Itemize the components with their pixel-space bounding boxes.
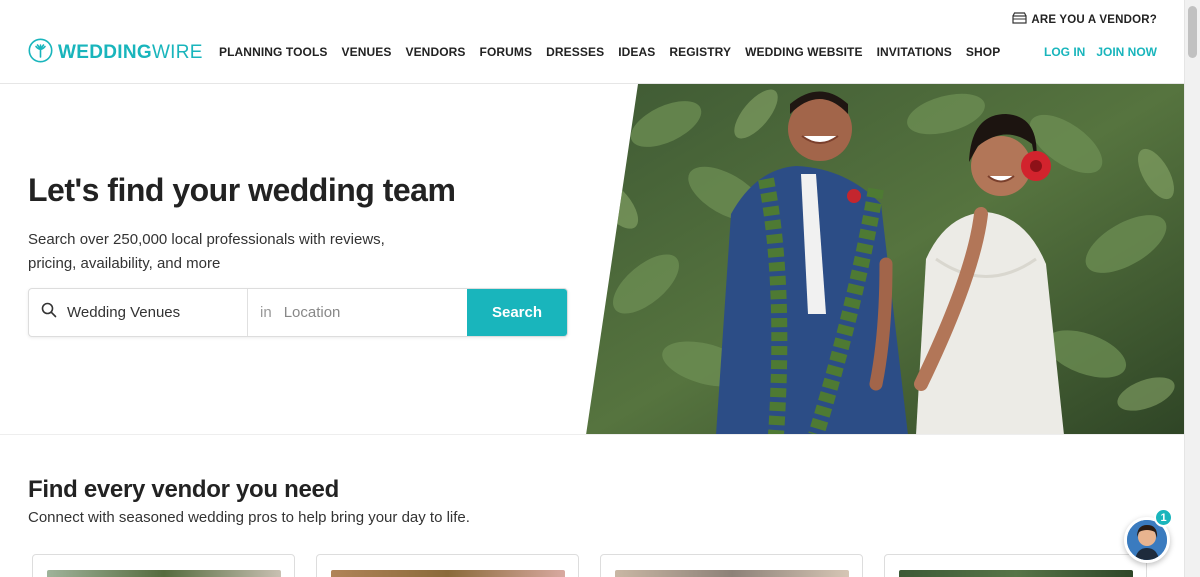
vendor-card[interactable] <box>316 554 579 577</box>
location-in-label: in <box>260 304 272 321</box>
storefront-icon <box>1012 12 1027 27</box>
chat-notification-badge: 1 <box>1154 508 1173 527</box>
nav-vendors[interactable]: VENDORS <box>405 45 465 59</box>
hero-title: Let's find your wedding team <box>28 172 456 208</box>
search-button[interactable]: Search <box>467 289 567 336</box>
nav-planning-tools[interactable]: PLANNING TOOLS <box>219 45 328 59</box>
location-field: in <box>248 289 467 336</box>
vendor-link-label: ARE YOU A VENDOR? <box>1031 13 1157 26</box>
are-you-a-vendor-link[interactable]: ARE YOU A VENDOR? <box>1012 12 1157 27</box>
nav-registry[interactable]: REGISTRY <box>669 45 731 59</box>
logo-text-wire: WIRE <box>151 42 203 63</box>
nav-invitations[interactable]: INVITATIONS <box>877 45 952 59</box>
nav-venues[interactable]: VENUES <box>342 45 392 59</box>
vendor-card[interactable] <box>32 554 295 577</box>
search-icon <box>41 302 57 323</box>
vendor-card[interactable] <box>600 554 863 577</box>
scrollbar-thumb[interactable] <box>1188 6 1197 58</box>
vendor-card-image <box>47 570 281 577</box>
page-scrollbar[interactable] <box>1184 0 1200 577</box>
vendor-category-cards <box>32 554 1147 577</box>
logo-text: WEDDINGWIRE <box>58 42 203 64</box>
nav-wedding-website[interactable]: WEDDING WEBSITE <box>745 45 863 59</box>
section-title: Find every vendor you need <box>28 476 339 503</box>
nav-forums[interactable]: FORUMS <box>480 45 533 59</box>
site-logo[interactable]: WEDDINGWIRE <box>28 38 203 68</box>
vendor-category-field[interactable]: Wedding Venues <box>29 289 248 336</box>
login-link[interactable]: LOG IN <box>1044 45 1085 59</box>
hero-couple-photo <box>586 84 1184 434</box>
section-subtitle: Connect with seasoned wedding pros to he… <box>28 509 470 526</box>
main-nav: PLANNING TOOLS VENUES VENDORS FORUMS DRE… <box>219 45 1000 59</box>
vendor-card-image <box>899 570 1133 577</box>
hero-section: Let's find your wedding team Search over… <box>0 84 1184 435</box>
vendor-category-value: Wedding Venues <box>67 304 181 321</box>
nav-shop[interactable]: SHOP <box>966 45 1000 59</box>
vendor-card[interactable] <box>884 554 1147 577</box>
join-now-link[interactable]: JOIN NOW <box>1096 45 1157 59</box>
site-header: ARE YOU A VENDOR? WEDDINGWIRE PLANNING T… <box>0 0 1184 84</box>
auth-links: LOG IN JOIN NOW <box>1044 45 1157 59</box>
logo-text-wedding: WEDDING <box>58 42 152 63</box>
vendor-card-image <box>615 570 849 577</box>
vendor-card-image <box>331 570 565 577</box>
nav-dresses[interactable]: DRESSES <box>546 45 604 59</box>
nav-ideas[interactable]: IDEAS <box>618 45 655 59</box>
location-input[interactable] <box>283 304 444 321</box>
vendor-search-form: Wedding Venues in Search <box>28 288 568 337</box>
hero-subtitle: Search over 250,000 local professionals … <box>28 231 385 272</box>
wedding-wire-logo-icon <box>28 38 53 68</box>
